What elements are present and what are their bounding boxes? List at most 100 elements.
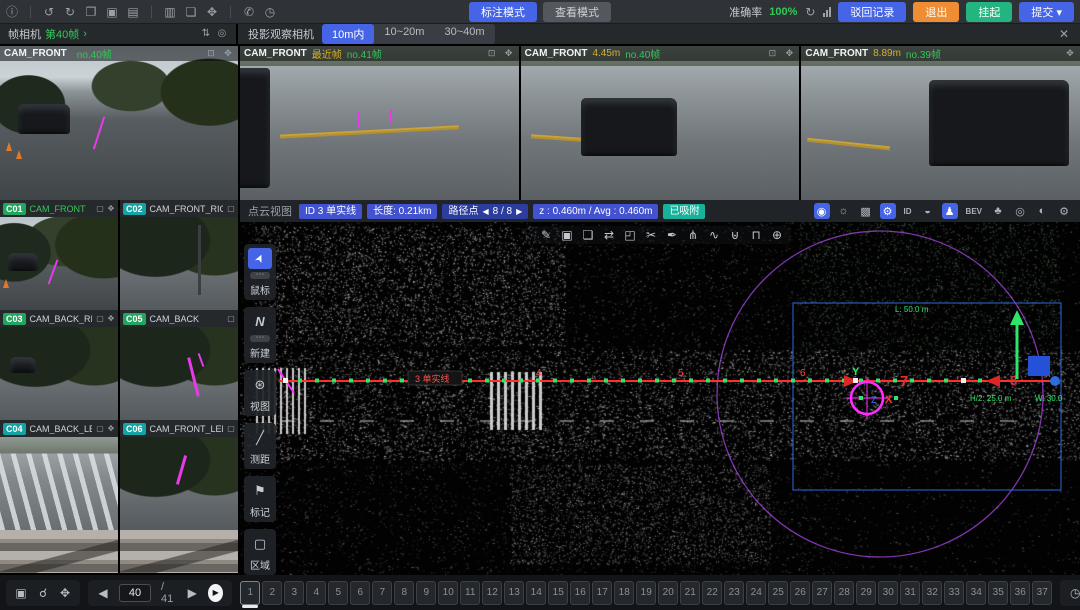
box-corner-icon[interactable]: ⊡ xyxy=(205,49,217,58)
frame-cell[interactable]: 10 xyxy=(438,581,458,605)
frame-cell[interactable]: 15 xyxy=(548,581,568,605)
frame-cell[interactable]: 29 xyxy=(856,581,876,605)
box-corner-icon[interactable]: ⊡ xyxy=(486,49,498,58)
redo-icon[interactable]: ↻ xyxy=(64,6,76,18)
globe-icon[interactable]: ◎ xyxy=(1012,203,1028,219)
tile-box-icon[interactable]: ▢ xyxy=(96,205,104,213)
frame-cell[interactable]: 34 xyxy=(966,581,986,605)
reject-log-button[interactable]: 驳回记录 xyxy=(838,2,906,22)
texture-icon[interactable]: ▩ xyxy=(858,203,874,219)
file-icon[interactable]: ❏ xyxy=(185,6,197,18)
pointcloud-viewport[interactable]: 3 单实线 4 5 6 7 8 Y Z X xyxy=(240,222,1080,575)
expand-icon[interactable]: ✥ xyxy=(107,205,115,213)
frame-cell[interactable]: 4 xyxy=(306,581,326,605)
frame-cell[interactable]: 5 xyxy=(328,581,348,605)
camera-tile-header-c06[interactable]: C06 CAM_FRONT_LEFT ▢ xyxy=(120,420,238,437)
frame-cell[interactable]: 19 xyxy=(636,581,656,605)
measure-tool[interactable]: ╱ xyxy=(248,427,272,448)
submit-button[interactable]: 提交 ▾ xyxy=(1019,2,1074,22)
camera-tile-header-c05[interactable]: C05 CAM_BACK ▢ xyxy=(120,310,238,327)
call-icon[interactable]: ✆ xyxy=(243,6,255,18)
annotate-mode-button[interactable]: 标注模式 xyxy=(469,2,537,22)
line-handle[interactable] xyxy=(853,378,858,383)
clipboard-icon[interactable]: ▣ xyxy=(15,587,27,599)
person-icon[interactable]: ♟ xyxy=(942,203,958,219)
frame-cell[interactable]: 23 xyxy=(724,581,744,605)
projection-view-3[interactable]: CAM_FRONT 4.45m no.40帧 ⊡✥ xyxy=(521,46,800,200)
frame-cell[interactable]: 17 xyxy=(592,581,612,605)
frame-cell[interactable]: 9 xyxy=(416,581,436,605)
frame-cell[interactable]: 3 xyxy=(284,581,304,605)
camera-tile-header-c02[interactable]: C02 CAM_FRONT_RIGHT ▢ xyxy=(120,200,238,217)
bell-icon[interactable]: ◒ xyxy=(920,203,936,219)
save-icon[interactable]: ▤ xyxy=(127,6,139,18)
prev-frame-icon[interactable]: ◀ xyxy=(97,587,109,599)
frame-cell[interactable]: 36 xyxy=(1010,581,1030,605)
trash-icon[interactable]: ▣ xyxy=(106,6,118,18)
line-handle[interactable] xyxy=(283,378,288,383)
chevron-right-icon[interactable]: › xyxy=(83,28,87,40)
camera-tile-header-c04[interactable]: C04 CAM_BACK_LEFT ▢✥ xyxy=(0,420,118,437)
tile-box-icon[interactable]: ▢ xyxy=(227,315,235,323)
frame-cell[interactable]: 33 xyxy=(944,581,964,605)
line-endpoint[interactable] xyxy=(1050,376,1060,386)
disc-icon[interactable]: ◎ xyxy=(216,29,228,39)
stats-icon[interactable] xyxy=(823,7,831,17)
camera-image-c03[interactable] xyxy=(0,327,118,420)
note-icon[interactable]: ❏ xyxy=(582,229,594,241)
suspend-button[interactable]: 挂起 xyxy=(966,2,1012,22)
range-tab-30-40m[interactable]: 30~40m xyxy=(434,24,494,44)
cursor-tool[interactable]: ➤ xyxy=(248,248,272,269)
current-frame-input[interactable] xyxy=(119,584,151,602)
contrast-icon[interactable]: ◐ xyxy=(1034,203,1050,219)
close-icon[interactable]: ✕ xyxy=(1058,28,1070,40)
panel-icon[interactable]: ▥ xyxy=(164,6,176,18)
bucket-icon[interactable]: ⊎ xyxy=(729,229,741,241)
frame-cell[interactable]: 26 xyxy=(790,581,810,605)
projection-view-2[interactable]: CAM_FRONT 最近帧 no.41帧 ⊡✥ xyxy=(240,46,519,200)
next-frame-icon[interactable]: ▶ xyxy=(186,587,198,599)
expand-icon[interactable]: ✥ xyxy=(59,587,71,599)
frame-cell[interactable]: 31 xyxy=(900,581,920,605)
fit-screen-icon[interactable]: ✥ xyxy=(206,6,218,18)
pen-icon[interactable]: ✒ xyxy=(666,229,678,241)
camera-image-extra-right[interactable] xyxy=(120,530,238,573)
frame-cell[interactable]: 13 xyxy=(504,581,524,605)
projection-view-4[interactable]: CAM_FRONT 8.89m no.39帧 ✥ xyxy=(801,46,1080,200)
camera-image-c06[interactable] xyxy=(120,437,238,530)
undo-icon[interactable]: ↺ xyxy=(43,6,55,18)
region-tool[interactable]: ▢ xyxy=(248,533,272,554)
frame-cell[interactable]: 25 xyxy=(768,581,788,605)
selection-box[interactable] xyxy=(793,303,1061,490)
id-toggle-icon[interactable]: ID xyxy=(902,203,914,219)
ego-marker[interactable] xyxy=(1028,356,1050,376)
target-icon[interactable]: ⊕ xyxy=(771,229,783,241)
split-icon[interactable]: ⋔ xyxy=(687,229,699,241)
tile-box-icon[interactable]: ▢ xyxy=(227,425,235,433)
range-tab-10m[interactable]: 10m内 xyxy=(322,24,374,44)
bev-toggle[interactable]: BEV xyxy=(964,203,984,219)
frame-cell[interactable]: 16 xyxy=(570,581,590,605)
camera-tile-header-c03[interactable]: C03 CAM_BACK_RIGHT ▢✥ xyxy=(0,310,118,327)
exit-button[interactable]: 退出 xyxy=(913,2,959,22)
frame-cell[interactable]: 6 xyxy=(350,581,370,605)
gear-icon[interactable]: ⚙ xyxy=(880,203,896,219)
info-icon[interactable]: ⓘ xyxy=(6,6,18,18)
frame-cell[interactable]: 24 xyxy=(746,581,766,605)
camera-icon[interactable]: ◉ xyxy=(814,203,830,219)
frame-cell[interactable]: 32 xyxy=(922,581,942,605)
frame-cell[interactable]: 2 xyxy=(262,581,282,605)
frame-cell[interactable]: 14 xyxy=(526,581,546,605)
frame-cell[interactable]: 11 xyxy=(460,581,480,605)
frame-cell[interactable]: 21 xyxy=(680,581,700,605)
camera-image-c01[interactable] xyxy=(0,217,118,310)
timer-icon[interactable]: ◷ xyxy=(264,6,276,18)
refresh-icon[interactable]: ↻ xyxy=(804,6,816,18)
waypoint-prev-icon[interactable]: ◀ xyxy=(482,205,488,218)
camera-image-c04[interactable] xyxy=(0,437,118,530)
join-icon[interactable]: ∿ xyxy=(708,229,720,241)
camera-tile-header-c01[interactable]: C01 CAM_FRONT ▢✥ xyxy=(0,200,118,217)
expand-icon[interactable]: ✥ xyxy=(503,49,515,58)
frame-cell[interactable]: 7 xyxy=(372,581,392,605)
frame-cell[interactable]: 8 xyxy=(394,581,414,605)
